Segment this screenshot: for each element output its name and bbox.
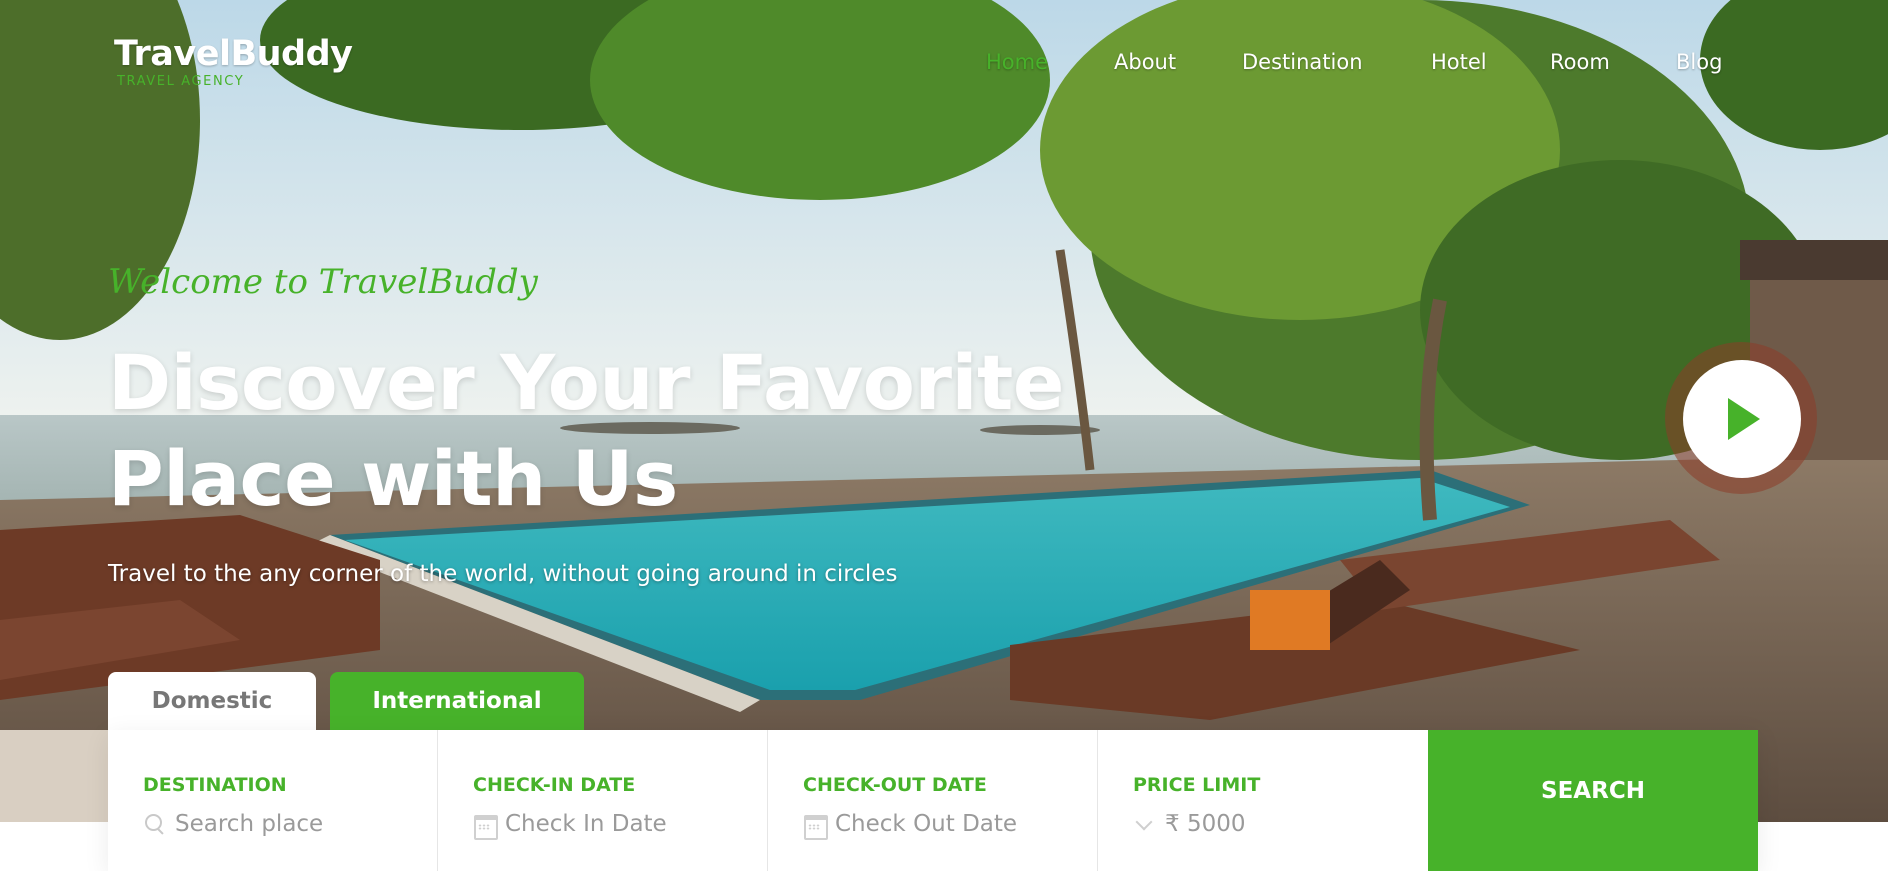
search-icon: [143, 812, 167, 836]
price-limit-value: ₹ 5000: [1165, 811, 1246, 837]
brand-tagline: TRAVEL AGENCY: [117, 74, 245, 89]
destination-placeholder: Search place: [175, 811, 324, 837]
brand-name: TravelBuddy: [114, 34, 353, 74]
price-limit-label: PRICE LIMIT: [1133, 774, 1261, 796]
chevron-down-icon: [1133, 812, 1157, 836]
main-nav: Home About Destination Hotel Room Blog: [980, 50, 1740, 80]
nav-item-destination[interactable]: Destination: [1242, 50, 1363, 74]
destination-input[interactable]: Search place: [143, 808, 413, 840]
tab-international[interactable]: International: [330, 672, 584, 730]
calendar-icon: [473, 812, 498, 840]
price-limit-select[interactable]: ₹ 5000: [1133, 808, 1403, 840]
checkin-input[interactable]: Check In Date: [473, 808, 743, 840]
welcome-text: Welcome to TravelBuddy: [108, 262, 538, 302]
tab-domestic[interactable]: Domestic: [108, 672, 316, 730]
calendar-icon: [803, 812, 828, 840]
destination-label: DESTINATION: [143, 774, 287, 796]
hero-headline-line-1: Discover Your Favorite: [108, 338, 1064, 427]
checkin-field[interactable]: CHECK-IN DATE Check In Date: [438, 730, 768, 871]
checkout-placeholder: Check Out Date: [835, 811, 1018, 837]
search-panel: DESTINATION Search place CHECK-IN DATE C…: [108, 730, 1758, 871]
brand-logo[interactable]: TravelBuddy TRAVEL AGENCY: [114, 34, 353, 90]
nav-item-about[interactable]: About: [1114, 50, 1176, 74]
play-icon: [1728, 398, 1760, 440]
checkin-placeholder: Check In Date: [505, 811, 667, 837]
checkout-label: CHECK-OUT DATE: [803, 774, 987, 796]
nav-item-room[interactable]: Room: [1550, 50, 1610, 74]
checkin-label: CHECK-IN DATE: [473, 774, 636, 796]
search-button[interactable]: SEARCH: [1428, 730, 1758, 871]
nav-item-blog[interactable]: Blog: [1676, 50, 1722, 74]
checkout-input[interactable]: Check Out Date: [803, 808, 1073, 840]
nav-item-hotel[interactable]: Hotel: [1431, 50, 1487, 74]
nav-item-home[interactable]: Home: [986, 50, 1048, 74]
hero-headline-line-2: Place with Us: [108, 434, 678, 523]
hero-headline: Discover Your Favorite Place with Us: [108, 335, 1088, 527]
hero-subtitle: Travel to the any corner of the world, w…: [108, 561, 898, 587]
checkout-field[interactable]: CHECK-OUT DATE Check Out Date: [768, 730, 1098, 871]
play-video-button[interactable]: [1683, 360, 1801, 478]
destination-field[interactable]: DESTINATION Search place: [108, 730, 438, 871]
price-limit-field[interactable]: PRICE LIMIT ₹ 5000: [1098, 730, 1428, 871]
